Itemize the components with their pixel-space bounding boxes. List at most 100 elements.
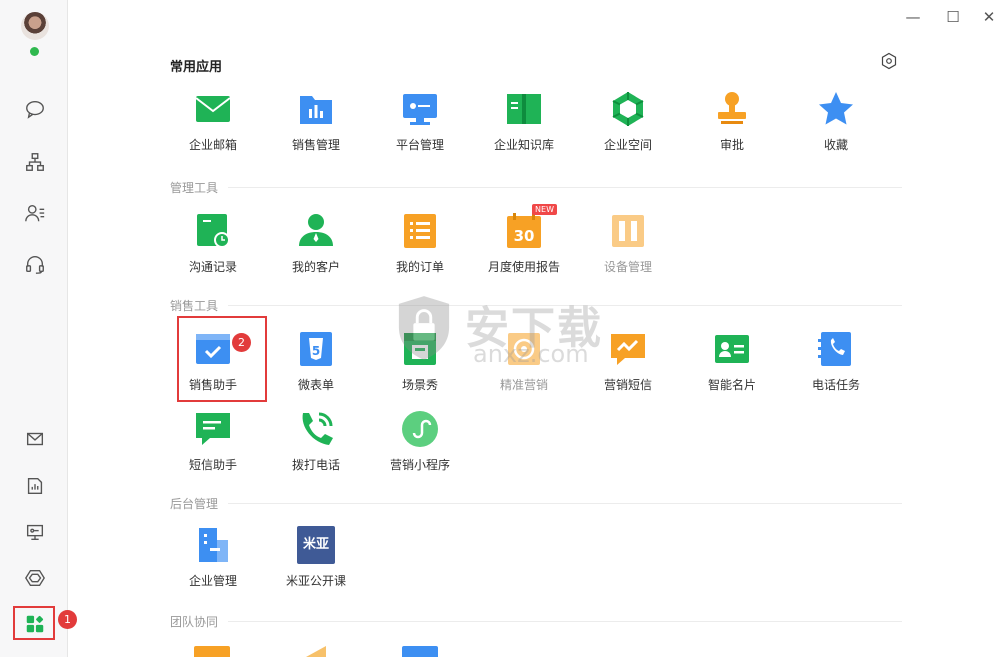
svg-text:5: 5: [312, 344, 320, 358]
app-favorites[interactable]: 收藏: [790, 90, 882, 162]
app-enterprise-management[interactable]: 企业管理: [167, 526, 259, 598]
app-enterprise-mail[interactable]: 企业邮箱: [167, 90, 259, 162]
book-icon: [505, 90, 543, 128]
app-micro-form[interactable]: 5 微表单: [270, 330, 362, 402]
app-make-call[interactable]: 拨打电话: [270, 410, 362, 482]
business-card-icon: [713, 330, 751, 368]
envelope-icon: [194, 90, 232, 128]
app-label: 精准营销: [499, 378, 548, 392]
app-label: 月度使用报告: [487, 260, 560, 274]
app-label: 智能名片: [707, 378, 756, 392]
app-phone-task[interactable]: 电话任务: [790, 330, 882, 402]
app-label: 企业知识库: [493, 138, 554, 152]
order-list-icon: [401, 212, 439, 250]
step-badge-1: 1: [58, 610, 77, 629]
app-label: 我的客户: [291, 260, 340, 274]
phone-book-icon: [817, 330, 855, 368]
app-label: 沟通记录: [188, 260, 237, 274]
chat-icon[interactable]: [22, 96, 48, 122]
section-divider: [228, 503, 902, 504]
settings-hexagon-icon[interactable]: [880, 52, 898, 70]
app-my-orders[interactable]: 我的订单: [374, 212, 466, 284]
sidebar: [0, 0, 68, 657]
app-miya-open-class[interactable]: 米亚 米亚公开课: [270, 526, 362, 598]
sales-assistant-highlight-box: [177, 316, 267, 402]
app-platform-management[interactable]: 平台管理: [374, 90, 466, 162]
section-title-team: 团队协同: [170, 615, 219, 629]
app-marketing-sms[interactable]: 营销短信: [582, 330, 674, 402]
avatar[interactable]: [21, 12, 49, 40]
section-title-sales: 销售工具: [170, 299, 219, 313]
building-icon: [194, 526, 232, 564]
app-my-customers[interactable]: 我的客户: [270, 212, 362, 284]
app-label: 米亚公开课: [285, 574, 346, 588]
app-label: 设备管理: [603, 260, 652, 274]
headset-icon[interactable]: [22, 251, 48, 277]
new-tag: NEW: [532, 204, 557, 215]
partial-app-icon: [402, 646, 438, 657]
app-label: 收藏: [823, 138, 848, 152]
calendar-30-icon: 30 NEW: [505, 204, 557, 250]
app-label: 我的订单: [395, 260, 444, 274]
app-label: 营销小程序: [389, 458, 450, 472]
stamp-icon: [713, 90, 751, 128]
app-communication-records[interactable]: 沟通记录: [167, 212, 259, 284]
miya-logo-text: 米亚: [302, 537, 329, 552]
app-label: 销售管理: [291, 138, 340, 152]
app-knowledge-base[interactable]: 企业知识库: [478, 90, 570, 162]
app-smart-card[interactable]: 智能名片: [686, 330, 778, 402]
bar-folder-icon: [297, 90, 335, 128]
app-label: 场景秀: [401, 378, 438, 392]
app-monthly-report[interactable]: 30 NEW 月度使用报告: [478, 204, 570, 284]
target-icon: [505, 330, 543, 368]
online-status-dot: [30, 47, 39, 56]
section-divider: [228, 305, 902, 306]
partial-app-icon: [306, 646, 326, 657]
apps-highlight-box: [13, 606, 55, 640]
app-scene-show[interactable]: 场景秀: [374, 330, 466, 402]
app-precision-marketing[interactable]: 精准营销: [478, 330, 570, 402]
app-mini-program[interactable]: 营销小程序: [374, 410, 466, 482]
minimize-button[interactable]: —: [904, 8, 922, 26]
mail-icon[interactable]: [22, 426, 48, 452]
app-device-management[interactable]: 设备管理: [582, 212, 674, 284]
mini-program-icon: [401, 410, 439, 448]
h5-icon: 5: [297, 330, 335, 368]
phone-call-icon: [297, 410, 335, 448]
monitor-app-icon: [401, 90, 439, 128]
hexagon-icon[interactable]: [22, 565, 48, 591]
sms-icon: [194, 410, 232, 448]
monitor-icon[interactable]: [22, 519, 48, 545]
app-label: 平台管理: [395, 138, 444, 152]
close-button[interactable]: ✕: [980, 8, 998, 26]
app-label: 企业管理: [188, 574, 237, 588]
app-sms-assistant[interactable]: 短信助手: [167, 410, 259, 482]
app-enterprise-space[interactable]: 企业空间: [582, 90, 674, 162]
maximize-button[interactable]: ☐: [944, 8, 962, 26]
svg-text:30: 30: [514, 227, 535, 245]
section-title-management: 管理工具: [170, 181, 219, 195]
section-title-backend: 后台管理: [170, 497, 219, 511]
app-label: 微表单: [297, 378, 334, 392]
app-label: 营销短信: [603, 378, 652, 392]
scene-icon: [401, 330, 439, 368]
app-label: 审批: [719, 138, 744, 152]
report-icon[interactable]: [22, 473, 48, 499]
app-sales-management[interactable]: 销售管理: [270, 90, 362, 162]
app-label: 拨打电话: [291, 458, 340, 472]
miya-logo-icon: 米亚: [297, 526, 335, 564]
aperture-icon: [609, 90, 647, 128]
clock-doc-icon: [194, 212, 232, 250]
org-chart-icon[interactable]: [22, 149, 48, 175]
customer-icon: [297, 212, 335, 250]
app-label: 企业空间: [603, 138, 652, 152]
app-label: 企业邮箱: [188, 138, 237, 152]
device-icon: [609, 212, 647, 250]
step-badge-2: 2: [232, 333, 251, 352]
app-approval[interactable]: 审批: [686, 90, 778, 162]
partial-app-icon: [194, 646, 230, 657]
contacts-icon[interactable]: [22, 200, 48, 226]
app-label: 短信助手: [188, 458, 237, 472]
app-label: 电话任务: [811, 378, 860, 392]
section-divider: [228, 187, 902, 188]
